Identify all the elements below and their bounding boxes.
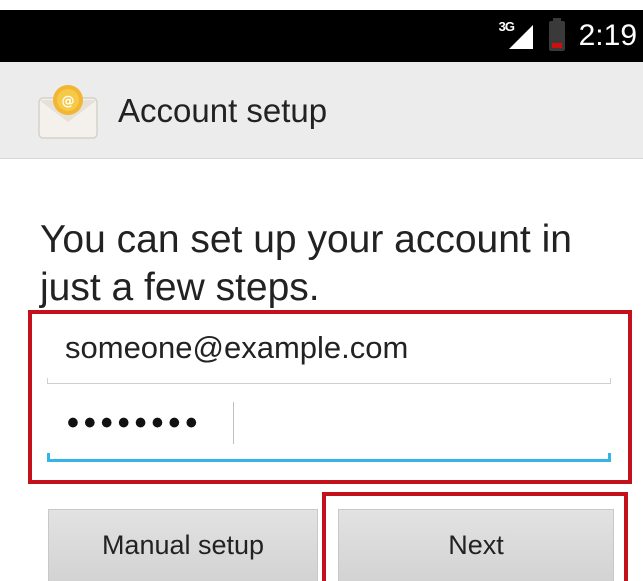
email-app-icon: @ [37, 84, 99, 140]
email-value: someone@example.com [65, 330, 409, 365]
next-highlight-box [322, 492, 628, 581]
password-value: •••••••• [67, 404, 203, 442]
battery-icon [548, 18, 565, 51]
password-field-underline [47, 453, 611, 462]
manual-setup-button[interactable]: Manual setup [48, 509, 318, 581]
page-title: Account setup [118, 92, 328, 129]
status-icons: 3G 2:19 [499, 10, 643, 62]
email-field-underline [47, 378, 611, 384]
svg-text:@: @ [62, 94, 75, 109]
status-bar: 3G 2:19 [0, 10, 643, 62]
signal-icon: 3G [499, 19, 537, 53]
email-field[interactable]: someone@example.com [47, 322, 611, 384]
battery-level-fill [551, 43, 562, 48]
password-field[interactable]: •••••••• [47, 394, 611, 462]
action-bar: @ Account setup [0, 62, 643, 159]
text-cursor [233, 402, 234, 444]
setup-intro-text: You can set up your account in just a fe… [40, 218, 572, 309]
status-clock: 2:19 [578, 19, 637, 52]
